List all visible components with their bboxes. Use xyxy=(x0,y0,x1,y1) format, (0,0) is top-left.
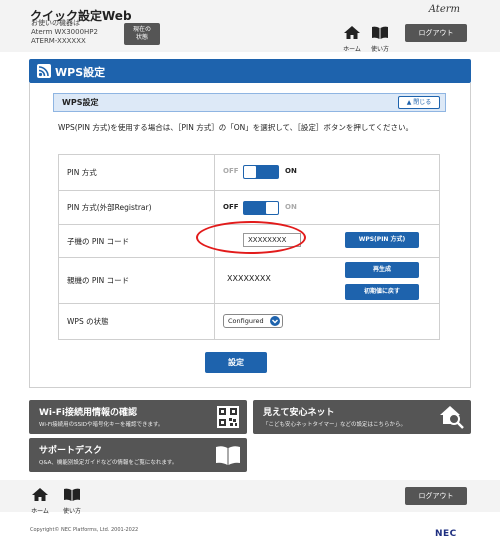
safety-net-card[interactable]: 見えて安心ネット 「こども安心ネットタイマー」などの設定はこちらから。 xyxy=(253,400,471,434)
wps-pin-button[interactable]: WPS(PIN 方式) xyxy=(345,232,419,248)
toggle-on-label: ON xyxy=(285,203,297,211)
wps-status-cell: Configured xyxy=(214,303,440,340)
footer-logout-button[interactable]: ログアウト xyxy=(405,487,467,505)
support-desk-card[interactable]: サポートデスク Q&A、機能別設定ガイドなどの情報をご覧になれます。 xyxy=(29,438,247,472)
base-pin-value: XXXXXXXX xyxy=(227,274,271,283)
device-info-line: お使いの機器は xyxy=(31,19,80,27)
current-status-button[interactable]: 現在の 状態 xyxy=(124,23,160,45)
table-row: PIN 方式 OFF ON xyxy=(58,154,440,191)
home-icon xyxy=(344,26,360,39)
pin-mode-cell: OFF ON xyxy=(214,154,440,191)
highlight-circle xyxy=(196,221,306,254)
base-pin-cell: XXXXXXXX 再生成 初期値に戻す xyxy=(214,257,440,304)
card-title: Wi-Fi接続用情報の確認 xyxy=(39,408,137,418)
section-title-bar: WPS設定 xyxy=(29,59,471,83)
wifi-icon xyxy=(37,64,51,78)
qr-code-icon xyxy=(217,406,239,428)
help-link[interactable]: 使い方 xyxy=(368,24,392,53)
device-ssid: ATERM-XXXXXX xyxy=(31,37,86,45)
section-title: WPS設定 xyxy=(55,66,106,79)
wps-status-value: Configured xyxy=(228,317,264,325)
row-label: WPS の状態 xyxy=(58,303,215,340)
instruction-text: WPS(PIN 方式)を使用する場合は、［PIN 方式］の「ON」を選択して、［… xyxy=(58,123,413,132)
wifi-info-card[interactable]: Wi-Fi接続用情報の確認 Wi-Fi接続用のSSIDや暗号化キーを確認できます… xyxy=(29,400,247,434)
row-label: PIN 方式 xyxy=(58,154,215,191)
card-title: 見えて安心ネット xyxy=(263,408,335,418)
nec-logo: NEC xyxy=(435,529,457,539)
home-label: ホーム xyxy=(343,46,361,53)
status-button-line-1: 現在の xyxy=(132,26,151,33)
row-label: 子機の PIN コード xyxy=(58,224,215,258)
home-icon xyxy=(32,488,48,501)
status-button-line-2: 状態 xyxy=(135,34,148,41)
book-icon xyxy=(64,488,80,501)
home-link[interactable]: ホーム xyxy=(340,24,364,53)
aterm-logo: Aterm xyxy=(428,4,460,15)
header: クイック設定Web お使いの機器は Aterm WX3000HP2 ATERM-… xyxy=(0,0,500,53)
book-icon xyxy=(372,26,388,39)
collapse-label: 閉じる xyxy=(413,99,432,106)
chevron-up-icon: ▲ xyxy=(406,99,412,106)
pin-mode-toggle[interactable]: OFF ON xyxy=(223,165,313,179)
row-label: PIN 方式(外部Registrar) xyxy=(58,190,215,225)
toggle-track xyxy=(243,201,279,215)
card-title: サポートデスク xyxy=(39,446,103,456)
footer-help-link[interactable]: 使い方 xyxy=(60,486,84,515)
collapse-button[interactable]: ▲ 閉じる xyxy=(398,96,440,109)
external-registrar-toggle[interactable]: OFF ON xyxy=(223,201,313,215)
footer-home-link[interactable]: ホーム xyxy=(28,486,52,515)
external-registrar-cell: OFF ON xyxy=(214,190,440,225)
toggle-knob xyxy=(266,202,278,214)
footer: ホーム 使い方 ログアウト xyxy=(0,480,500,515)
help-label: 使い方 xyxy=(370,46,389,53)
card-subtitle: Q&A、機能別設定ガイドなどの情報をご覧になれます。 xyxy=(39,460,178,466)
table-row: 親機の PIN コード XXXXXXXX 再生成 初期値に戻す xyxy=(58,257,440,304)
regenerate-button[interactable]: 再生成 xyxy=(345,262,419,278)
copyright-text: Copyright© NEC Platforms, Ltd. 2001-2022 xyxy=(30,527,139,533)
table-row: PIN 方式(外部Registrar) OFF ON xyxy=(58,190,440,225)
chevron-down-icon xyxy=(270,316,280,326)
reset-default-button[interactable]: 初期値に戻す xyxy=(345,284,419,300)
submit-button[interactable]: 設定 xyxy=(205,352,267,373)
toggle-off-label: OFF xyxy=(223,167,239,175)
device-model: Aterm WX3000HP2 xyxy=(31,28,98,36)
subsection-title: WPS設定 xyxy=(62,98,99,107)
home-label: ホーム xyxy=(31,508,49,515)
card-subtitle: 「こども安心ネットタイマー」などの設定はこちらから。 xyxy=(263,422,407,428)
wps-status-select[interactable]: Configured xyxy=(223,314,283,328)
table-row: WPS の状態 Configured xyxy=(58,303,440,340)
toggle-off-label: OFF xyxy=(223,203,239,211)
subsection-header: WPS設定 ▲ 閉じる xyxy=(53,93,446,112)
home-search-icon xyxy=(440,406,464,429)
book-icon xyxy=(216,446,240,465)
help-label: 使い方 xyxy=(62,508,81,515)
logout-button[interactable]: ログアウト xyxy=(405,24,467,42)
toggle-on-label: ON xyxy=(285,167,297,175)
toggle-track xyxy=(243,165,279,179)
row-label: 親機の PIN コード xyxy=(58,257,215,304)
toggle-knob xyxy=(244,166,256,178)
card-subtitle: Wi-Fi接続用のSSIDや暗号化キーを確認できます。 xyxy=(39,422,164,428)
